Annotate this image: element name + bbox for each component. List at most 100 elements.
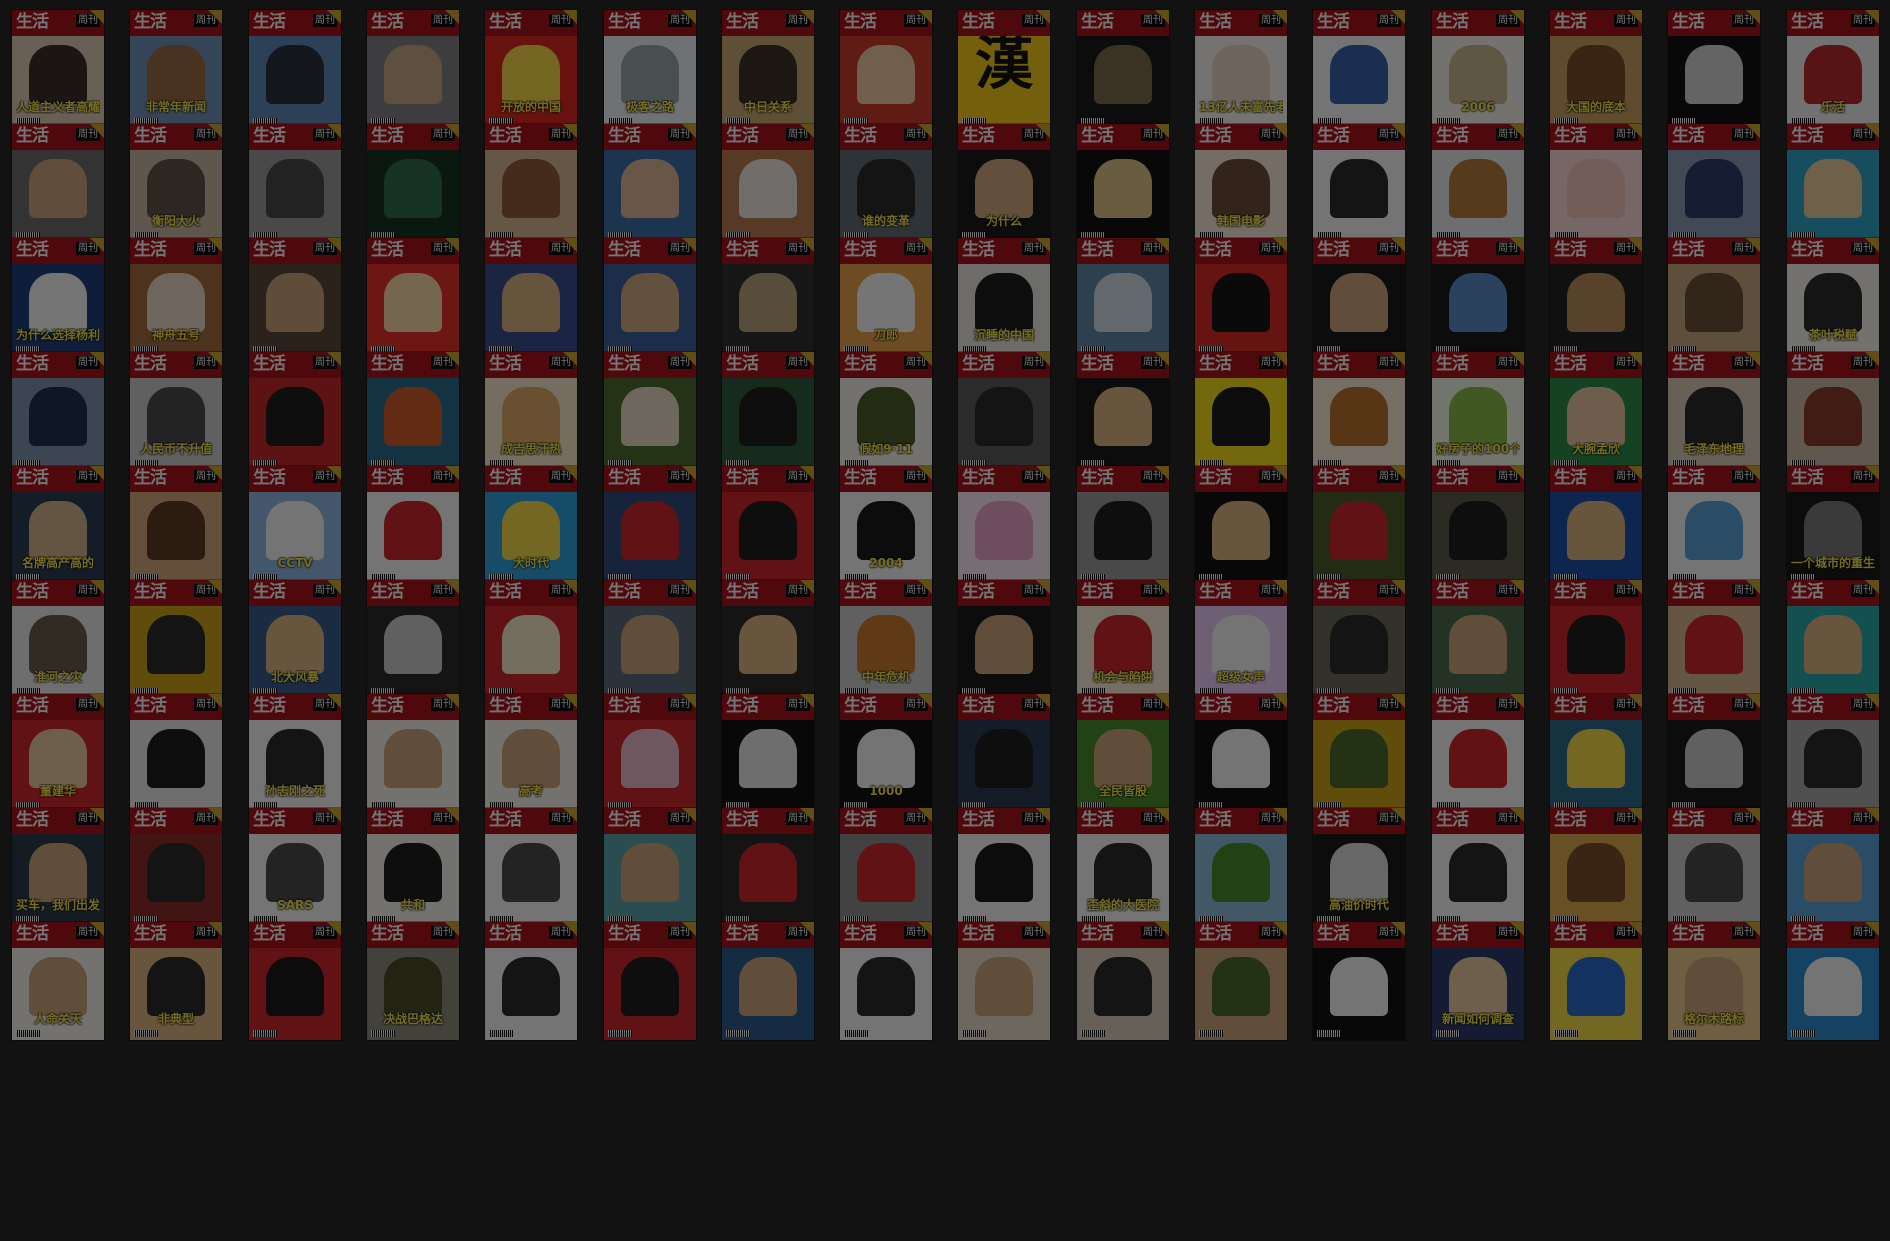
magazine-cover[interactable]: 生活 周刊 (1432, 694, 1524, 812)
magazine-cover[interactable]: 生活 周刊 共和 (367, 808, 459, 926)
magazine-cover[interactable]: 生活 周刊 (1195, 922, 1287, 1040)
magazine-cover[interactable]: 生活 周刊 (130, 808, 222, 926)
magazine-cover[interactable]: 生活 周刊 (1668, 10, 1760, 128)
magazine-cover[interactable]: 生活 周刊 非常年新闻 (130, 10, 222, 128)
magazine-cover[interactable]: 生活 周刊 CCTV (249, 466, 341, 584)
magazine-cover[interactable]: 生活 周刊 成吉思汗热 (485, 352, 577, 470)
magazine-cover[interactable]: 生活 周刊 (1787, 124, 1879, 242)
magazine-cover[interactable]: 生活 周刊 (1195, 466, 1287, 584)
magazine-cover[interactable]: 生活 周刊 开放的中国 (485, 10, 577, 128)
magazine-cover[interactable]: 生活 周刊 刀郎 (840, 238, 932, 356)
magazine-cover[interactable]: 生活 周刊 名牌高产高的 (12, 466, 104, 584)
magazine-cover[interactable]: 生活 周刊 (1550, 808, 1642, 926)
magazine-cover[interactable]: 生活 周刊 大国的底本 (1550, 10, 1642, 128)
magazine-cover[interactable]: 生活 周刊 (1313, 124, 1405, 242)
magazine-cover[interactable]: 生活 周刊 高油价时代 (1313, 808, 1405, 926)
magazine-cover[interactable]: 生活 周刊 (1195, 808, 1287, 926)
magazine-cover[interactable]: 生活 周刊 (249, 238, 341, 356)
magazine-cover[interactable]: 生活 周刊 (485, 238, 577, 356)
magazine-cover[interactable]: 生活 周刊 SARS (249, 808, 341, 926)
magazine-cover[interactable]: 生活 周刊 (1313, 922, 1405, 1040)
magazine-cover[interactable]: 生活 周刊 (722, 580, 814, 698)
magazine-cover[interactable]: 生活 周刊 (1313, 352, 1405, 470)
magazine-cover[interactable]: 生活 周刊 (958, 466, 1050, 584)
magazine-cover[interactable]: 生活 周刊 中日关系 (722, 10, 814, 128)
magazine-cover[interactable]: 生活 周刊 (485, 808, 577, 926)
magazine-cover[interactable]: 生活 周刊 (1313, 466, 1405, 584)
magazine-cover[interactable]: 生活 周刊 高考 (485, 694, 577, 812)
magazine-cover[interactable]: 生活 周刊 (722, 694, 814, 812)
magazine-cover[interactable]: 生活 周刊 (249, 352, 341, 470)
magazine-cover[interactable]: 生活 周刊 (485, 922, 577, 1040)
magazine-cover[interactable]: 生活 周刊 (1550, 580, 1642, 698)
magazine-cover[interactable]: 生活 周刊 茶叶税赋 (1787, 238, 1879, 356)
magazine-cover[interactable]: 生活 周刊 (1313, 10, 1405, 128)
magazine-cover[interactable]: 生活 周刊 格尔木路标 (1668, 922, 1760, 1040)
magazine-cover[interactable]: 生活 周刊 (1550, 922, 1642, 1040)
magazine-cover[interactable]: 生活 周刊 (604, 352, 696, 470)
magazine-cover[interactable]: 生活 周刊 (1432, 808, 1524, 926)
magazine-cover[interactable]: 生活 周刊 中年危机 (840, 580, 932, 698)
magazine-cover[interactable]: 生活 周刊 (1787, 580, 1879, 698)
magazine-cover[interactable]: 生活 周刊 董建华 (12, 694, 104, 812)
magazine-cover[interactable]: 生活 周刊 (130, 580, 222, 698)
magazine-cover[interactable]: 生活 周刊 (1313, 238, 1405, 356)
magazine-cover[interactable]: 生活 周刊 (722, 466, 814, 584)
magazine-cover[interactable]: 生活 周刊 (1668, 580, 1760, 698)
magazine-cover[interactable]: 生活 周刊 孙志刚之死 (249, 694, 341, 812)
magazine-cover[interactable]: 生活 周刊 (958, 352, 1050, 470)
magazine-cover[interactable]: 生活 周刊 (1432, 124, 1524, 242)
magazine-cover[interactable]: 生活 周刊 (1668, 694, 1760, 812)
magazine-cover[interactable]: 生活 周刊 全民皆股 (1077, 694, 1169, 812)
magazine-cover[interactable]: 生活 周刊 (604, 580, 696, 698)
magazine-cover[interactable]: 生活 周刊 人命关天 (12, 922, 104, 1040)
magazine-cover[interactable]: 生活 周刊 毛泽东地理 (1668, 352, 1760, 470)
magazine-cover[interactable]: 生活 周刊 (722, 238, 814, 356)
magazine-cover[interactable]: 生活 周刊 (1787, 694, 1879, 812)
magazine-cover[interactable]: 生活 周刊 (958, 580, 1050, 698)
magazine-cover[interactable]: 生活 周刊 (1787, 922, 1879, 1040)
magazine-cover[interactable]: 生活 周刊 (12, 124, 104, 242)
magazine-cover[interactable]: 生活 周刊 为什么 (958, 124, 1050, 242)
magazine-cover[interactable]: 生活 周刊 (1195, 352, 1287, 470)
magazine-cover[interactable]: 生活 周刊 (722, 124, 814, 242)
magazine-cover[interactable]: 生活 周刊 (958, 922, 1050, 1040)
magazine-cover[interactable]: 生活 周刊 买车，我们出发 (12, 808, 104, 926)
magazine-cover[interactable]: 生活 周刊 (604, 466, 696, 584)
magazine-cover[interactable]: 生活 周刊 非典型 (130, 922, 222, 1040)
magazine-cover[interactable]: 生活 周刊 (130, 694, 222, 812)
magazine-cover[interactable]: 生活 周刊 谁的变革 (840, 124, 932, 242)
magazine-cover[interactable]: 生活 周刊 (249, 124, 341, 242)
magazine-cover[interactable]: 生活 周刊 (1313, 694, 1405, 812)
magazine-cover[interactable]: 生活 周刊 (1077, 10, 1169, 128)
magazine-cover[interactable]: 生活 周刊 (1195, 238, 1287, 356)
magazine-cover[interactable]: 生活 周刊 (1432, 238, 1524, 356)
magazine-cover[interactable]: 生活 周刊 (604, 808, 696, 926)
magazine-cover[interactable]: 生活 周刊 乐活 (1787, 10, 1879, 128)
magazine-cover[interactable]: 生活 周刊 (1077, 352, 1169, 470)
magazine-cover[interactable]: 生活 周刊 (1432, 466, 1524, 584)
magazine-cover[interactable]: 生活 周刊 2006 (1432, 10, 1524, 128)
magazine-cover[interactable]: 生活 周刊 (249, 922, 341, 1040)
magazine-cover[interactable]: 生活 周刊 (1195, 694, 1287, 812)
magazine-cover[interactable]: 生活周刊好房子的100个细节 (1432, 352, 1524, 470)
magazine-cover[interactable]: 生活 周刊 (367, 124, 459, 242)
magazine-cover[interactable]: 生活 周刊 2004 (840, 466, 932, 584)
magazine-cover[interactable]: 生活 周刊 淮河之灾 (12, 580, 104, 698)
magazine-cover[interactable]: 生活 周刊 大时代 (485, 466, 577, 584)
magazine-cover[interactable]: 生活 周刊 (367, 466, 459, 584)
magazine-cover[interactable]: 生活 周刊 假如9·11 (840, 352, 932, 470)
magazine-cover[interactable]: 生活 周刊 超级女声 (1195, 580, 1287, 698)
magazine-cover[interactable]: 生活 周刊 (840, 10, 932, 128)
magazine-cover[interactable]: 生活 周刊 (604, 694, 696, 812)
magazine-cover[interactable]: 生活 周刊 衡阳大火 (130, 124, 222, 242)
magazine-cover[interactable]: 生活 周刊 (958, 694, 1050, 812)
magazine-cover[interactable]: 生活 周刊 (1668, 124, 1760, 242)
magazine-cover[interactable]: 生活 周刊 (249, 10, 341, 128)
magazine-cover[interactable]: 生活 周刊 (1550, 466, 1642, 584)
magazine-cover[interactable]: 生活 周刊 机会与陷阱 (1077, 580, 1169, 698)
magazine-cover[interactable]: 生活 周刊 (1550, 238, 1642, 356)
magazine-cover[interactable]: 生活 周刊 (485, 124, 577, 242)
magazine-cover[interactable]: 生活周刊人道主义者高耀洁 (12, 10, 104, 128)
magazine-cover[interactable]: 生活 周刊 (1787, 808, 1879, 926)
